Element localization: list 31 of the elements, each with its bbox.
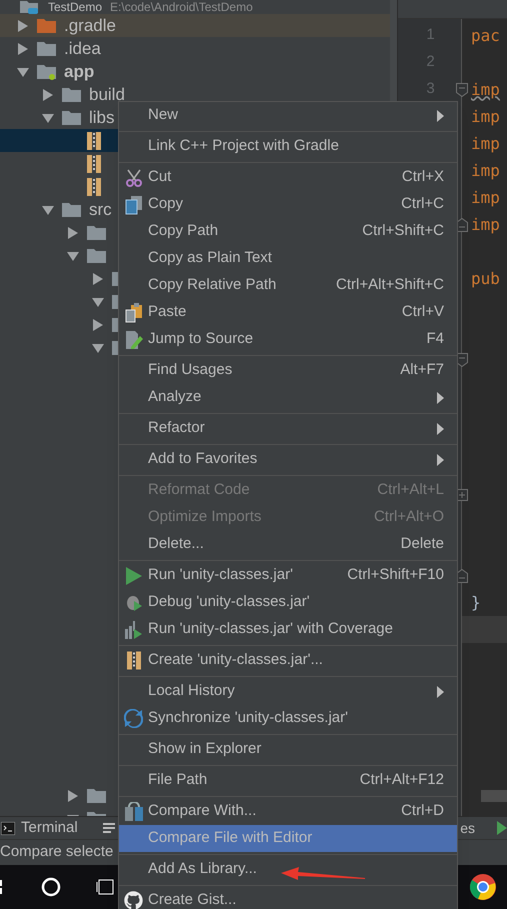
tree-item-label: .idea (64, 38, 101, 59)
code-text: imp (470, 214, 500, 236)
tree-item-label: libs (89, 107, 115, 128)
code-text: imp (470, 160, 500, 182)
shortcut-label: Ctrl+X (402, 167, 444, 188)
code-text: imp (470, 186, 500, 208)
status-message: Compare selecte (0, 842, 114, 862)
code-text: imp (470, 78, 500, 100)
shortcut-label: Ctrl+Alt+F12 (360, 770, 444, 790)
code-text: imp (470, 132, 500, 154)
project-path: E:\code\Android\TestDemo (110, 0, 253, 14)
shortcut-label: F4 (426, 329, 444, 350)
tree-item-label: app (64, 61, 94, 82)
tree-item-label: build (89, 84, 125, 105)
code-text: pac (470, 24, 500, 46)
shortcut-label: Delete (400, 534, 444, 554)
shortcut-label: Alt+F7 (400, 360, 444, 380)
tree-item-label: TestDemo (48, 0, 102, 14)
code-text: imp (470, 106, 500, 128)
shortcut-label: Ctrl+C (401, 194, 444, 214)
tree-item-label: .gradle (64, 15, 116, 36)
shortcut-label: Ctrl+Alt+Shift+C (336, 275, 444, 296)
shortcut-label: Ctrl+Alt+O (374, 507, 444, 528)
shortcut-label: Ctrl+V (402, 302, 444, 322)
shortcut-label: Ctrl+Alt+L (377, 480, 444, 500)
shortcut-label: Ctrl+Shift+F10 (347, 565, 444, 586)
code-text: pub (470, 268, 500, 290)
tree-item-label: src (89, 199, 112, 220)
code-text: } (470, 592, 481, 614)
shortcut-label: Ctrl+Shift+C (362, 221, 444, 242)
shortcut-label: Ctrl+D (401, 801, 444, 822)
